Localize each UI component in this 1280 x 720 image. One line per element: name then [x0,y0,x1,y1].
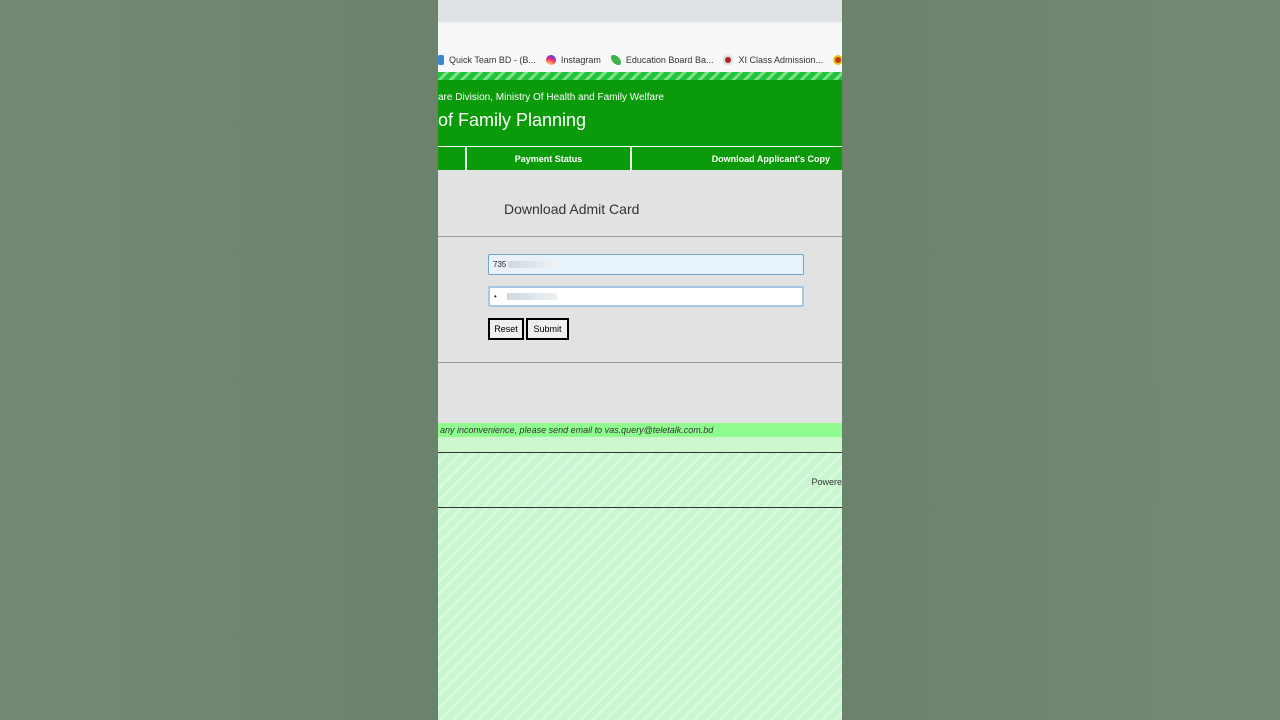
site-title: of Family Planning [438,110,587,130]
user-id-input[interactable]: 735 [488,254,804,275]
password-value: • [494,292,497,301]
support-notice: any inconvenience, please send email to … [438,423,842,437]
main-nav: Payment Status Download Applicant's Copy [438,146,842,171]
page-title: Download Admit Card [504,201,640,217]
bookmark-label: Quick Team BD - (B... [449,54,536,65]
password-input[interactable]: • [488,286,804,307]
seal-icon [832,54,842,65]
ministry-subtitle: are Division, Ministry Of Health and Fam… [438,92,664,103]
reset-button[interactable]: Reset [488,318,524,340]
redacted-text [508,261,559,268]
instagram-icon [545,54,556,65]
notice-band [438,437,842,452]
bookmark-label: XI Class Admission... [738,54,823,65]
site-footer: Powere [438,452,842,508]
leaf-icon [610,54,621,65]
bookmark-education-board[interactable]: Education Board Ba... [610,54,714,65]
right-blurred-background [842,0,1280,720]
bookmark-xi-admission[interactable]: XI Class Admission... [723,54,823,65]
bookmark-quick-team[interactable]: Quick Team BD - (B... [438,54,536,65]
left-blurred-background [0,0,438,720]
bookmark-label: Instagram [560,54,601,65]
powered-by-text: Powere [811,477,842,487]
globe-icon [438,54,444,65]
browser-window: Quick Team BD - (B... Instagram Educatio… [438,0,842,720]
admit-card-panel: Download Admit Card 735 • Reset Submit [438,170,842,423]
shield-icon [723,54,734,65]
browser-titlebar [438,0,842,22]
bookmark-label: Education Board Ba... [625,54,714,65]
bookmark-pm[interactable]: PM [832,54,842,65]
user-id-value: 735 [493,260,507,269]
divider [438,236,842,237]
header-stripe [438,72,842,80]
address-bar-area [438,25,842,47]
nav-payment-status[interactable]: Payment Status [467,147,630,171]
redacted-text [506,293,557,300]
bookmarks-bar: Quick Team BD - (B... Instagram Educatio… [438,47,842,72]
divider [438,362,842,363]
bookmark-instagram[interactable]: Instagram [545,54,601,65]
nav-download-applicant-copy[interactable]: Download Applicant's Copy [632,147,842,171]
page-background [438,508,842,720]
site-header: are Division, Ministry Of Health and Fam… [438,80,842,146]
submit-button[interactable]: Submit [526,318,569,340]
